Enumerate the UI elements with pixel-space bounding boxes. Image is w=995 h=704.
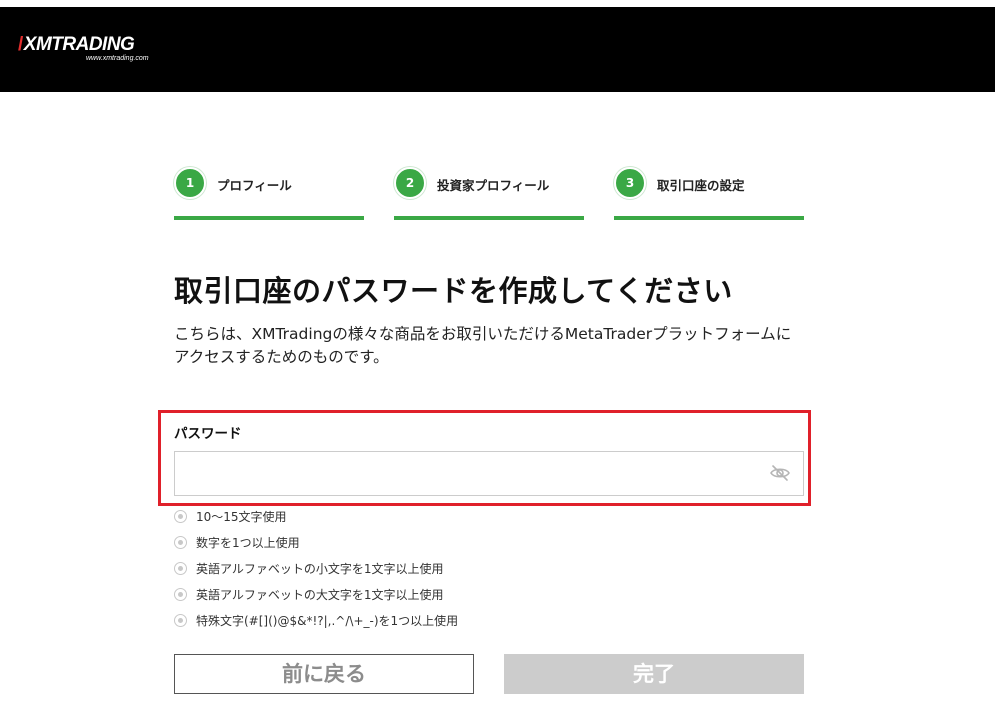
radio-dot-icon [174,536,187,549]
complete-button[interactable]: 完了 [504,654,804,694]
progress-steps: 1 プロフィール 2 投資家プロフィール 3 取引口座の設定 [174,165,804,221]
radio-dot-icon [174,562,187,575]
requirement-item: 英語アルファベットの小文字を1文字以上使用 [174,559,674,585]
requirement-item: 数字を1つ以上使用 [174,533,674,559]
back-button[interactable]: 前に戻る [174,654,474,694]
page-title: 取引口座のパスワードを作成してください [174,274,733,308]
password-input[interactable] [174,451,804,496]
requirement-text: 英語アルファベットの小文字を1文字以上使用 [196,562,444,576]
eye-slash-icon[interactable] [769,462,791,484]
radio-dot-icon [174,614,187,627]
step-label: 投資家プロフィール [437,178,550,193]
step-number-badge: 2 [394,167,426,199]
step-investor-profile: 2 投資家プロフィール [394,165,584,221]
requirement-item: 英語アルファベットの大文字を1文字以上使用 [174,585,674,611]
top-edge [0,0,995,7]
logo-wordmark: /XMTRADING [18,34,135,56]
requirement-item: 10〜15文字使用 [174,507,674,533]
page-description: こちらは、XMTradingの様々な商品をお取引いただけるMetaTraderプ… [174,323,814,369]
step-progress-bar [394,216,584,220]
logo-url: www.xmtrading.com [86,55,149,62]
step-label: プロフィール [217,178,292,193]
step-number-badge: 1 [174,167,206,199]
password-requirements: 10〜15文字使用 数字を1つ以上使用 英語アルファベットの小文字を1文字以上使… [174,507,674,637]
password-label: パスワード [174,426,242,442]
radio-dot-icon [174,588,187,601]
requirement-item: 特殊文字(#[]()@$&*!?|,.^/\+_-)を1つ以上使用 [174,611,674,637]
requirement-text: 10〜15文字使用 [196,510,287,524]
description-line: アクセスするためのものです。 [174,348,389,366]
step-profile: 1 プロフィール [174,165,364,221]
step-progress-bar [174,216,364,220]
requirement-text: 数字を1つ以上使用 [196,536,300,550]
description-line: こちらは、XMTradingの様々な商品をお取引いただけるMetaTraderプ… [174,325,792,343]
logo-text: XMTRADING [23,34,135,55]
step-progress-bar [614,216,804,220]
logo-accent-icon: / [18,34,23,55]
step-number-badge: 3 [614,167,646,199]
requirement-text: 特殊文字(#[]()@$&*!?|,.^/\+_-)を1つ以上使用 [196,614,459,628]
step-account-settings: 3 取引口座の設定 [614,165,804,221]
step-label: 取引口座の設定 [657,178,745,193]
requirement-text: 英語アルファベットの大文字を1文字以上使用 [196,588,444,602]
radio-dot-icon [174,510,187,523]
xmtrading-logo[interactable]: /XMTRADING www.xmtrading.com [18,34,168,68]
site-header: /XMTRADING www.xmtrading.com [0,7,995,92]
